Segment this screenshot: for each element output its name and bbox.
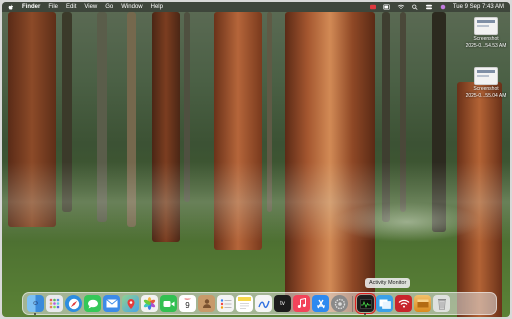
- reminders-icon[interactable]: [217, 295, 234, 312]
- menu-edit[interactable]: Edit: [66, 4, 76, 10]
- freeform-icon[interactable]: [255, 295, 272, 312]
- file-thumbnail: [474, 17, 498, 35]
- wifi-app-icon[interactable]: [395, 295, 412, 312]
- system-settings-icon[interactable]: [331, 295, 348, 312]
- messages-icon[interactable]: [84, 295, 101, 312]
- dock-tooltip: Activity Monitor: [365, 278, 411, 288]
- photos-icon[interactable]: [141, 295, 158, 312]
- archive-utility-icon[interactable]: [414, 295, 431, 312]
- control-center-icon[interactable]: [425, 4, 433, 10]
- trash-icon[interactable]: [433, 295, 450, 312]
- file-name-line1: Screenshot: [473, 36, 499, 42]
- menu-bar: Finder File Edit View Go Window Help Tue…: [2, 2, 510, 12]
- menu-file[interactable]: File: [48, 4, 58, 10]
- menu-app-name[interactable]: Finder: [22, 4, 40, 10]
- safari-icon[interactable]: [65, 295, 82, 312]
- file-name-line2: 2025-0...55.04 AM: [465, 93, 507, 99]
- facetime-icon[interactable]: [160, 295, 177, 312]
- menu-go[interactable]: Go: [105, 4, 113, 10]
- launchpad-icon[interactable]: [46, 295, 63, 312]
- screen-recording-icon[interactable]: [369, 4, 377, 10]
- preview-icon[interactable]: [376, 295, 393, 312]
- screenshot-frame: Finder File Edit View Go Window Help Tue…: [0, 0, 512, 319]
- menu-view[interactable]: View: [84, 4, 97, 10]
- file-name-line1: Screenshot: [473, 86, 499, 92]
- contacts-icon[interactable]: [198, 295, 215, 312]
- wifi-icon[interactable]: [397, 4, 405, 10]
- activity-monitor-icon[interactable]: [355, 293, 376, 315]
- apple-logo-icon[interactable]: [8, 4, 14, 11]
- desktop-file-screenshot-2[interactable]: Screenshot 2025-0...55.04 AM: [464, 67, 508, 99]
- mail-icon[interactable]: [103, 295, 120, 312]
- menu-window[interactable]: Window: [121, 4, 142, 10]
- app-store-icon[interactable]: [312, 295, 329, 312]
- dock-separator: [352, 295, 353, 312]
- music-icon[interactable]: [293, 295, 310, 312]
- menubar-clock[interactable]: Tue 9 Sep 7:43 AM: [453, 4, 504, 10]
- calendar-icon[interactable]: SEP 9: [179, 295, 196, 312]
- battery-icon[interactable]: [383, 4, 391, 10]
- desktop: Finder File Edit View Go Window Help Tue…: [2, 2, 510, 317]
- maps-icon[interactable]: [122, 295, 139, 312]
- siri-icon[interactable]: [439, 4, 447, 10]
- menu-help[interactable]: Help: [151, 4, 163, 10]
- dock: ☺ SEP 9 tv: [22, 292, 497, 315]
- search-icon[interactable]: [411, 4, 419, 10]
- notes-icon[interactable]: [236, 295, 253, 312]
- desktop-file-screenshot-1[interactable]: Screenshot 2025-0...54.53 AM: [464, 17, 508, 49]
- file-thumbnail: [474, 67, 498, 85]
- finder-icon[interactable]: ☺: [27, 295, 44, 315]
- file-name-line2: 2025-0...54.53 AM: [465, 43, 507, 49]
- tv-icon[interactable]: tv: [274, 295, 291, 312]
